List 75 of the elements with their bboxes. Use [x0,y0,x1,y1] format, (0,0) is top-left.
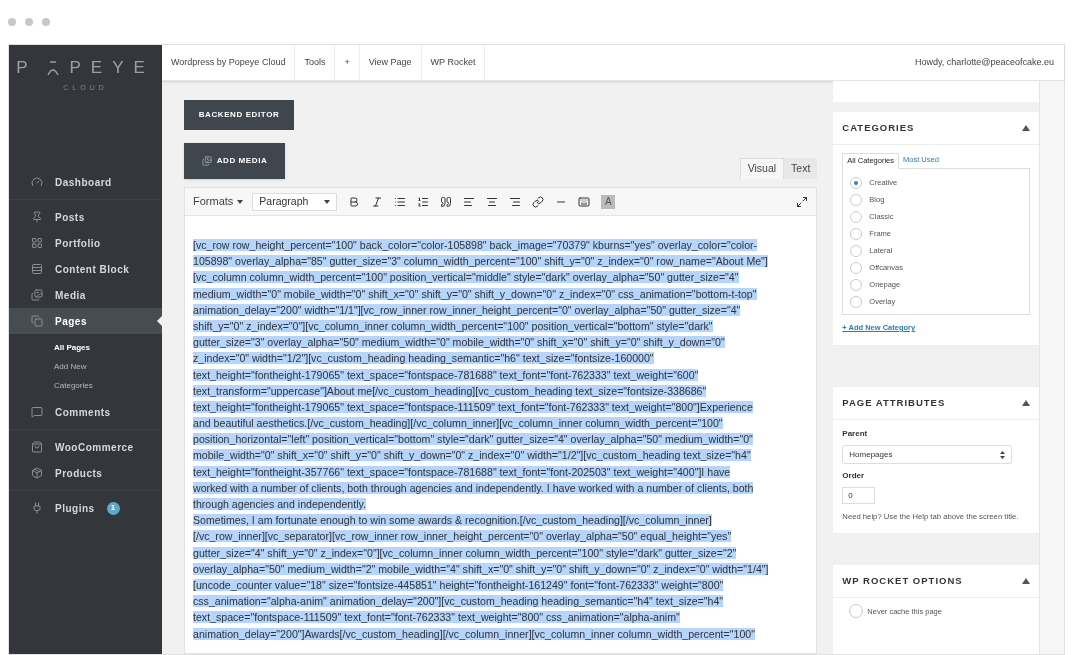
admin-bar-link[interactable]: + [335,45,360,80]
sidebar-label: Dashboard [55,175,112,190]
text-color-icon[interactable]: A [601,194,616,209]
pin-icon [31,211,43,223]
align-center-icon[interactable] [486,195,499,208]
admin-bar-link[interactable]: View Page [359,45,422,80]
sidebar-label: Plugins [55,501,95,516]
bold-icon[interactable] [348,195,361,208]
collapse-icon[interactable] [1022,400,1031,407]
panel-title: PAGE ATTRIBUTES [842,396,946,411]
order-input[interactable]: 0 [842,487,876,505]
comment-icon [31,406,43,418]
align-right-icon[interactable] [509,195,522,208]
keyboard-icon[interactable] [578,195,591,208]
caret-icon [237,199,244,204]
sidebar-item[interactable]: Media [9,282,162,308]
grid-icon [31,237,43,249]
caret-icon [324,199,331,204]
sidebar-label: Pages [55,314,87,329]
sidebar-item[interactable]: Portfolio [9,230,162,256]
field-label: Parent [842,428,869,441]
collapse-icon[interactable] [1022,578,1031,585]
sidebar-item[interactable]: Content Block [9,256,162,282]
bag-icon [31,441,43,453]
submenu-item[interactable]: All Pages [9,338,162,357]
panel-title: WP ROCKET OPTIONS [842,574,963,589]
submenu-item[interactable]: Categories [9,376,162,395]
editor-tab[interactable]: Text [784,158,818,179]
sidebar-label: Portfolio [55,236,101,251]
sidebar-item[interactable]: Posts [9,204,162,230]
sidebar-label: Media [55,288,86,303]
images-icon [31,289,43,301]
sidebar-item[interactable]: WooCommerce [9,434,162,460]
sidebar-item[interactable]: Products [9,460,162,486]
formats-menu[interactable]: Formats [193,193,244,210]
numbered-list-icon[interactable] [417,195,430,208]
italic-icon[interactable] [371,195,384,208]
count-badge: 1 [106,501,120,515]
bullet-list-icon[interactable] [394,195,407,208]
panel-title: CATEGORIES [842,120,915,135]
sidebar-label: Comments [55,405,111,420]
collapse-icon[interactable] [1022,125,1031,131]
add-media-button[interactable]: ADD MEDIA [184,143,285,179]
user-greeting[interactable]: Howdy, charlotte@peaceofcake.eu [914,55,1064,70]
admin-bar-link[interactable]: WP Rocket [421,45,486,80]
quote-icon[interactable] [440,195,453,208]
package-icon [31,467,43,479]
rows-icon [31,263,43,275]
sidebar-item[interactable]: Comments [9,399,162,425]
pages-icon [31,315,43,327]
sidebar-item[interactable]: Dashboard [9,169,162,195]
logo-text: P [16,57,38,79]
updown-icon [1000,450,1006,459]
backend-editor-button[interactable]: BACKEND EDITOR [184,100,294,130]
paragraph-select[interactable]: Paragraph [252,192,338,211]
fullscreen-icon[interactable] [796,195,809,208]
sidebar-item[interactable]: Plugins 1 [9,495,162,521]
editor-tab[interactable]: Visual [739,158,785,179]
submenu-item[interactable]: Add New [9,357,162,376]
sidebar-label: Posts [55,210,85,225]
align-left-icon[interactable] [463,195,476,208]
logo-text: PEYE [69,57,155,79]
sidebar-label: Content Block [55,262,130,277]
admin-bar-link[interactable]: Wordpress by Popeye Cloud [162,45,296,80]
images-icon [201,156,212,166]
sidebar-label: WooCommerce [55,440,134,455]
parent-select[interactable]: Homepages [842,445,1013,465]
plug-icon [31,502,43,514]
sidebar-item[interactable]: Pages [9,308,162,334]
link-icon[interactable] [532,195,545,208]
field-label: Order [842,470,866,483]
gauge-icon [31,176,43,188]
admin-bar-link[interactable]: Tools [295,45,336,80]
logo-icon [47,60,60,75]
sidebar-label: Products [55,466,103,481]
